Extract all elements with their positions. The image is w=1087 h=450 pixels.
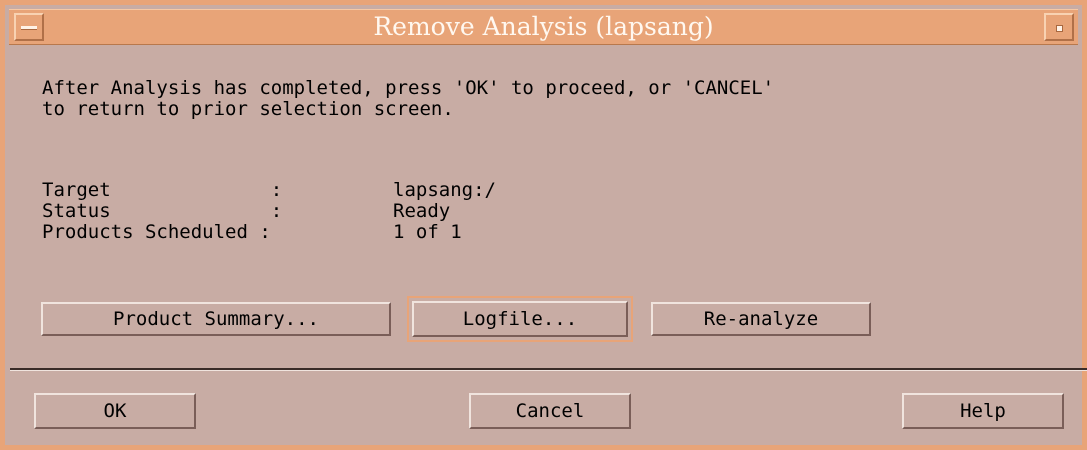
- products-scheduled-value: 1 of 1: [393, 221, 462, 243]
- help-button[interactable]: Help: [902, 393, 1064, 429]
- status-label: Status :: [42, 200, 283, 222]
- status-value: Ready: [393, 200, 451, 222]
- target-label: Target :: [42, 179, 283, 201]
- cancel-button[interactable]: Cancel: [469, 393, 631, 429]
- minimize-button[interactable]: [1044, 13, 1074, 41]
- minimize-icon: [1056, 25, 1063, 32]
- footer-separator: [10, 368, 1087, 371]
- product-summary-button[interactable]: Product Summary...: [41, 302, 391, 336]
- products-scheduled-label: Products Scheduled :: [42, 221, 271, 243]
- target-value: lapsang:/: [393, 179, 496, 201]
- dialog-window: Remove Analysis (lapsang) After Analysis…: [0, 0, 1087, 450]
- message-line-1: After Analysis has completed, press 'OK'…: [42, 77, 775, 99]
- message-line-2: to return to prior selection screen.: [42, 98, 454, 120]
- logfile-button[interactable]: Logfile...: [412, 301, 628, 337]
- ok-button[interactable]: OK: [34, 393, 196, 429]
- title-bar[interactable]: Remove Analysis (lapsang): [9, 9, 1078, 45]
- window-title: Remove Analysis (lapsang): [373, 12, 714, 41]
- reanalyze-button[interactable]: Re-analyze: [651, 302, 871, 336]
